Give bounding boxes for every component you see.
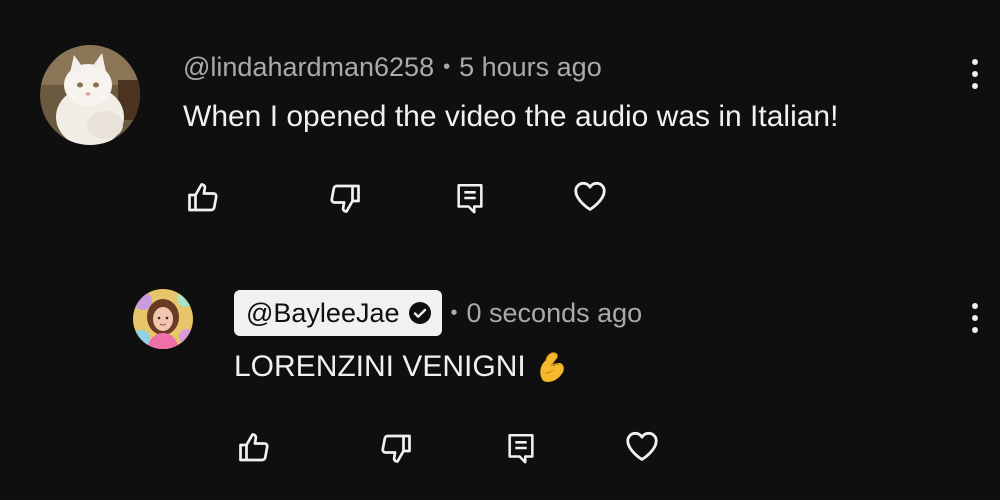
person-avatar-icon: [133, 289, 193, 349]
thumbs-up-icon: [239, 433, 269, 462]
comment-body: LORENZINI VENIGNI: [234, 350, 526, 383]
comment-text: LORENZINI VENIGNI: [234, 345, 570, 389]
like-button[interactable]: [234, 428, 274, 468]
more-dot: [972, 83, 978, 89]
reply-icon: [508, 433, 534, 464]
heart-button[interactable]: [622, 426, 662, 466]
reply-button[interactable]: [450, 178, 490, 218]
reply-icon: [457, 183, 483, 214]
avatar[interactable]: [133, 289, 193, 349]
creator-handle-chip[interactable]: @BayleeJae: [234, 290, 442, 336]
dislike-button[interactable]: [376, 428, 416, 468]
comment-meta: @BayleeJae • 0 seconds ago: [234, 290, 642, 336]
heart-icon: [574, 181, 606, 211]
comment-timestamp: 0 seconds ago: [466, 297, 643, 328]
dislike-button[interactable]: [325, 178, 365, 218]
like-button[interactable]: [183, 178, 223, 218]
thumbs-down-icon: [330, 184, 360, 213]
comment-timestamp: 5 hours ago: [459, 51, 602, 82]
comment-meta: @lindahardman6258 • 5 hours ago: [183, 48, 602, 86]
more-dot: [972, 59, 978, 65]
comment-body: When I opened the video the audio was in…: [183, 100, 839, 133]
meta-separator: •: [443, 55, 451, 78]
more-dot: [972, 327, 978, 333]
heart-button[interactable]: [570, 176, 610, 216]
heart-icon: [626, 431, 658, 461]
meta-separator: •: [450, 301, 458, 324]
more-dot: [972, 315, 978, 321]
more-options-button[interactable]: [960, 54, 990, 94]
reply-button[interactable]: [501, 428, 541, 468]
more-dot: [972, 303, 978, 309]
cat-avatar-icon: [40, 45, 140, 145]
more-dot: [972, 71, 978, 77]
comment-author: @BayleeJae: [246, 297, 400, 328]
thumbs-up-icon: [188, 183, 218, 212]
avatar[interactable]: [40, 45, 140, 145]
comment-author[interactable]: @lindahardman6258: [183, 52, 434, 83]
verified-check-icon: [408, 302, 431, 324]
more-options-button[interactable]: [960, 298, 990, 338]
thumbs-down-icon: [381, 434, 411, 463]
comment-text: When I opened the video the audio was in…: [183, 96, 838, 138]
pinching-hand-emoji: [540, 352, 564, 382]
